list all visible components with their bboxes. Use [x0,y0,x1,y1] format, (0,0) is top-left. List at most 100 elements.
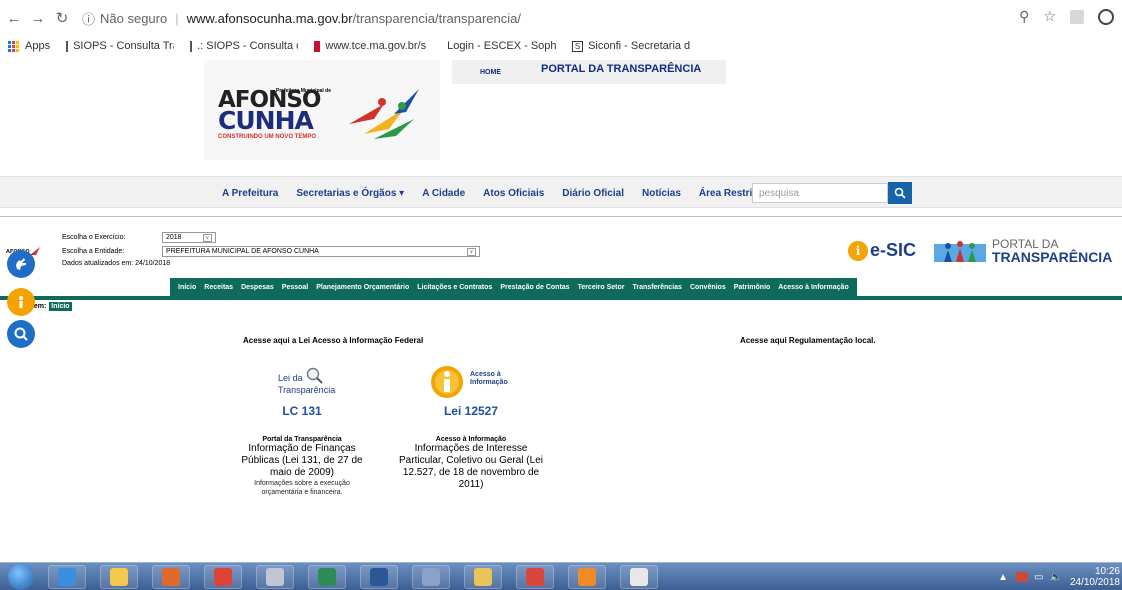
page-icon [66,40,69,52]
extension-icon[interactable] [1070,9,1084,24]
taskbar-app-chrome[interactable] [204,565,242,589]
exercise-label: Escolha o Exercício: [62,234,126,241]
people-icon [934,241,986,262]
main-nav-items: A Prefeitura Secretarias e Órgãos ▾ A Ci… [222,188,787,199]
word-icon [370,568,388,586]
top-menu: HOME PORTAL DA TRANSPARÊNCIA [452,60,726,84]
tab-prestacao[interactable]: Prestação de Contas [500,284,569,291]
tab-terceiro-setor[interactable]: Terceiro Setor [578,284,625,291]
windows-taskbar: ▲ ▭ 🔈 10:26 24/10/2018 [0,562,1122,590]
entity-select[interactable]: PREFEITURA MUNICIPAL DE AFONSO CUNHA ∨ [162,246,480,257]
tab-acesso-informacao[interactable]: Acesso à Informação [778,284,848,291]
info-icon[interactable]: ⓘ [82,9,95,28]
home-link[interactable]: HOME [480,69,501,76]
tab-despesas[interactable]: Despesas [241,284,274,291]
start-button[interactable] [8,564,34,590]
url-text: www.afonsocunha.ma.gov.br/transparencia/… [187,11,521,26]
taskbar-app-calendar[interactable] [620,565,658,589]
folder-icon [474,568,492,586]
breadcrumb-link[interactable]: Início [49,302,72,311]
zoom-icon[interactable]: ⚲ [1019,8,1029,25]
tray-arrow-icon[interactable]: ▲ [998,572,1008,583]
tab-inicio[interactable]: Início [178,284,196,291]
nav-a-prefeitura[interactable]: A Prefeitura [222,188,278,199]
tray-volume-icon[interactable]: 🔈 [1049,572,1061,583]
browser-right-icons: ⚲ ☆ [1019,8,1114,25]
bookmark-label: Login - ESCEX - Soph [447,40,557,52]
tab-transferencias[interactable]: Transferências [633,284,682,291]
card-lei12527-name[interactable]: Lei 12527 [398,404,544,418]
calculator-icon [422,568,440,586]
tab-pessoal[interactable]: Pessoal [282,284,308,291]
taskbar-app-paint[interactable] [516,565,554,589]
taskbar-app-ie[interactable] [48,565,86,589]
nav-a-cidade[interactable]: A Cidade [422,188,465,199]
reload-icon[interactable]: ↻ [52,8,72,28]
clock[interactable]: 10:26 24/10/2018 [1070,566,1120,588]
tab-planejamento[interactable]: Planejamento Orçamentário [316,284,409,291]
exercise-select[interactable]: 2018 ∨ [162,232,216,243]
tray-flag-icon[interactable] [1016,572,1029,582]
tab-licitacoes[interactable]: Licitações e Contratos [417,284,492,291]
nav-noticias[interactable]: Notícias [642,188,681,199]
taskbar-app-snipping[interactable] [256,565,294,589]
search-icon [14,327,28,341]
address-bar[interactable]: ⓘ Não seguro | www.afonsocunha.ma.gov.br… [82,5,521,31]
browser-toolbar: ← → ↻ ⓘ Não seguro | www.afonsocunha.ma.… [0,0,1122,36]
bookmark-siops-1[interactable]: SIOPS - Consulta Tra [66,40,174,52]
info-i-icon [431,366,463,398]
search-fab-button[interactable] [7,320,35,348]
taskbar-app-outlook[interactable] [152,565,190,589]
taskbar-app-excel[interactable] [308,565,346,589]
card-lc131-name[interactable]: LC 131 [232,404,372,418]
url-domain: www.afonsocunha.ma.gov.br [186,10,353,26]
lei-fig-line2: Transparência [278,385,336,395]
clock-date: 24/10/2018 [1069,577,1120,588]
bookmark-star-icon[interactable]: ☆ [1043,8,1056,25]
portal-tabs: Início Receitas Despesas Pessoal Planeja… [170,278,857,296]
search-button[interactable] [888,182,912,204]
profile-icon[interactable] [1098,8,1114,25]
calendar-icon [630,568,648,586]
exercise-value: 2018 [166,234,182,241]
bookmark-siconfi[interactable]: S Siconfi - Secretaria d [572,40,694,52]
accessibility-button[interactable] [7,250,35,278]
page-icon [190,40,193,52]
nav-secretarias[interactable]: Secretarias e Órgãos ▾ [296,188,404,199]
forward-icon[interactable]: → [28,8,48,28]
acesso-informacao-image[interactable]: Acesso à Informação [430,365,520,405]
esic-text: e-SIC [870,240,917,260]
site-logo[interactable]: Prefeitura Municipal de AFONSO CUNHA CON… [204,60,440,160]
search-icon [894,187,906,199]
bookmark-escex[interactable]: Login - ESCEX - Soph [442,40,556,52]
ai-fig-line1: Acesso à [470,371,501,378]
tab-receitas[interactable]: Receitas [204,284,233,291]
nav-diario-oficial[interactable]: Diário Oficial [562,188,624,199]
local-title: Acesse aqui Regulamentação local. [740,336,876,345]
ie-icon [58,568,76,586]
taskbar-app-explorer[interactable] [100,565,138,589]
search-input[interactable]: pesquisa [752,183,888,203]
nav-atos-oficiais[interactable]: Atos Oficiais [483,188,544,199]
bookmark-apps[interactable]: Apps [25,40,50,52]
apps-grid-icon[interactable] [8,40,19,52]
card-lc131: LC 131 Portal da Transparência Informaçã… [232,404,372,497]
tab-convenios[interactable]: Convênios [690,284,726,291]
app-orange-icon [578,568,596,586]
esic-logo[interactable]: i e-SIC [848,240,916,261]
taskbar-app-app-orange[interactable] [568,565,606,589]
bookmark-siops-2[interactable]: .: SIOPS - Consulta d [190,40,298,52]
bookmark-tce[interactable]: www.tce.ma.gov.br/s [314,40,426,52]
tab-patrimonio[interactable]: Patrimônio [734,284,771,291]
tray-network-icon[interactable]: ▭ [1034,572,1043,583]
taskbar-app-folder[interactable] [464,565,502,589]
back-icon[interactable]: ← [4,8,24,28]
url-separator: | [175,10,179,26]
taskbar-app-word[interactable] [360,565,398,589]
taskbar-app-calculator[interactable] [412,565,450,589]
lei-transparencia-image[interactable]: Lei da Transparência [270,363,360,403]
portal-title: PORTAL DA TRANSPARÊNCIA [541,63,702,75]
portal-transparencia-logo[interactable]: PORTAL DA TRANSPARÊNCIA [934,238,1112,264]
info-button[interactable] [7,288,35,316]
bookmark-label: Apps [25,40,51,52]
